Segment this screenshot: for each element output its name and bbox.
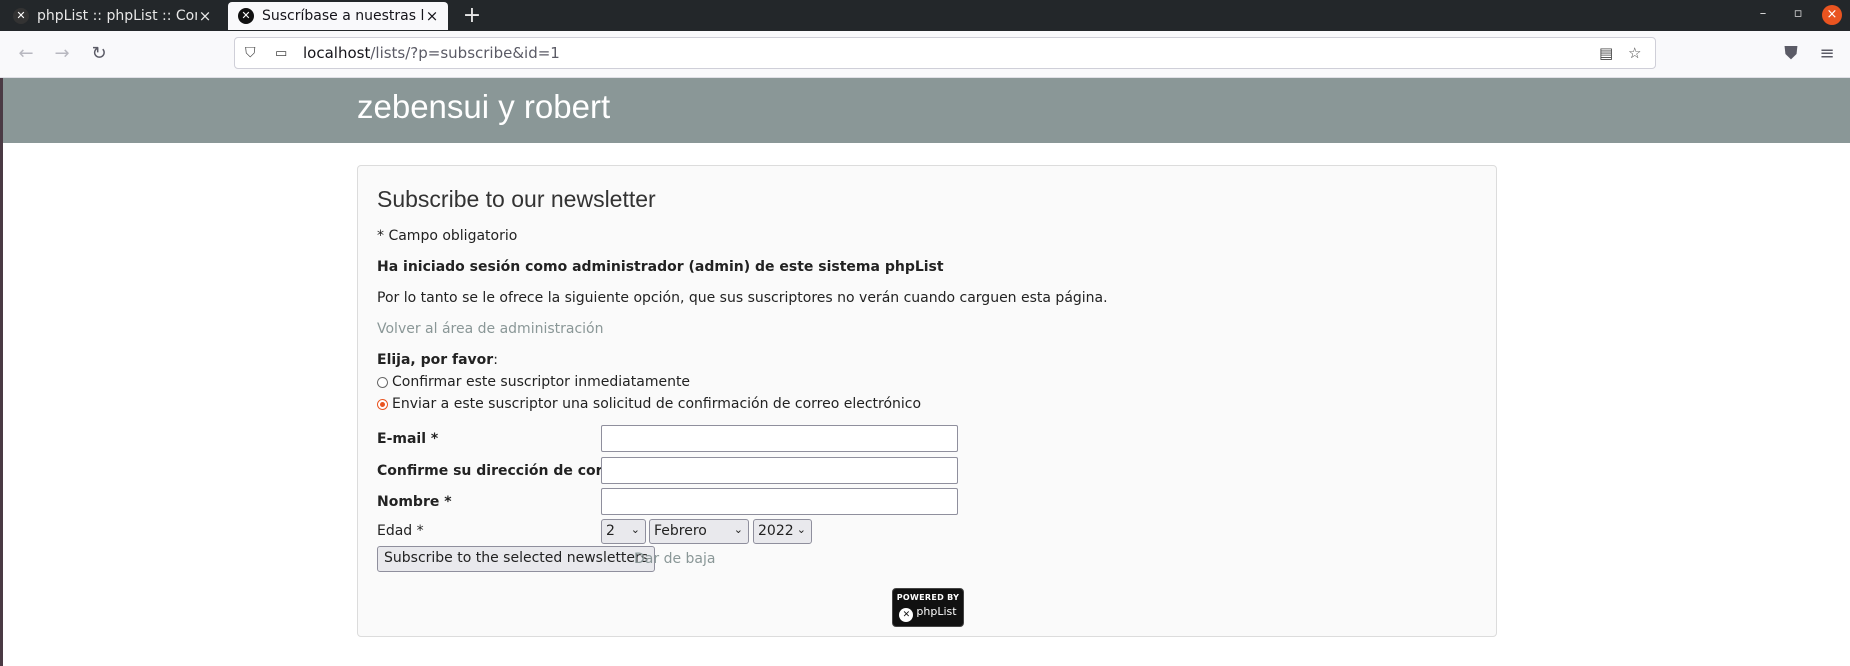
phplist-logo-icon: ✕	[899, 608, 914, 622]
email-label: E-mail *	[377, 431, 439, 447]
window-left-edge	[0, 78, 3, 666]
subscribe-panel: Subscribe to our newsletter * Campo obli…	[357, 165, 1497, 637]
radio-send-confirmation[interactable]	[377, 399, 388, 410]
tab-close-icon[interactable]: ×	[424, 7, 440, 25]
choose-label-text: Elija, por favor	[377, 352, 494, 368]
close-window-icon[interactable]: ×	[1822, 5, 1842, 25]
minimize-icon[interactable]: –	[1753, 6, 1773, 21]
tab-phplist-config[interactable]: ✕ phpList :: phpList :: Confi ×	[3, 2, 221, 30]
site-title: zebensui y robert	[357, 88, 611, 125]
back-arrow-icon[interactable]: ←	[13, 41, 39, 67]
age-month-select[interactable]: Febrero ⌄	[649, 519, 749, 544]
powered-brand-text: phpList	[916, 605, 957, 618]
chevron-down-icon: ⌄	[630, 523, 640, 536]
radio-confirm-immediately[interactable]	[377, 377, 388, 388]
choose-label: Elija, por favor:	[377, 352, 498, 368]
menu-hamburger-icon[interactable]: ≡	[1814, 41, 1840, 67]
unsubscribe-link[interactable]: Dar de baja	[634, 551, 715, 567]
age-month-value: Febrero	[654, 523, 707, 539]
option-send-confirmation[interactable]: Enviar a este suscriptor una solicitud d…	[377, 396, 921, 412]
choose-label-colon: :	[493, 352, 498, 368]
powered-by-text: POWERED BY	[896, 593, 960, 602]
phplist-favicon-icon: ✕	[238, 8, 254, 24]
page-info-icon[interactable]: ▭	[275, 46, 291, 61]
url-host: localhost	[303, 44, 371, 62]
reload-icon[interactable]: ↻	[86, 41, 112, 67]
site-header: zebensui y robert	[3, 78, 1850, 143]
browser-tab-strip: ✕ phpList :: phpList :: Confi × ✕ Suscrí…	[0, 0, 1850, 31]
subscribe-button[interactable]: Subscribe to the selected newsletters	[377, 546, 656, 572]
name-label: Nombre *	[377, 494, 452, 510]
address-bar[interactable]: ⛉ ▭ localhost/lists/?p=subscribe&id=1 ▤ …	[234, 37, 1656, 69]
option-label: Enviar a este suscriptor una solicitud d…	[392, 396, 922, 412]
navigation-toolbar: ← → ↻ ⛉ ▭ localhost/lists/?p=subscribe&i…	[0, 31, 1850, 78]
email-field[interactable]	[601, 425, 958, 452]
tab-close-icon[interactable]: ×	[197, 7, 213, 25]
restore-icon[interactable]: ▫	[1788, 6, 1808, 21]
confirm-email-field[interactable]	[601, 457, 958, 484]
tab-title: phpList :: phpList :: Confi	[37, 8, 197, 24]
admin-info: Por lo tanto se le ofrece la siguiente o…	[377, 290, 1108, 306]
new-tab-button[interactable]: +	[458, 3, 486, 29]
chevron-down-icon: ⌄	[796, 523, 806, 536]
pocket-icon[interactable]: ⛊	[1778, 41, 1804, 67]
chevron-down-icon: ⌄	[733, 523, 743, 536]
page-heading: Subscribe to our newsletter	[377, 186, 656, 212]
admin-notice: Ha iniciado sesión como administrador (a…	[377, 259, 944, 275]
tab-subscribe[interactable]: ✕ Suscríbase a nuestras listas ×	[228, 2, 448, 30]
url-path: /lists/?p=subscribe&id=1	[370, 44, 560, 62]
tab-title: Suscríbase a nuestras listas	[262, 8, 424, 24]
option-confirm-immediately[interactable]: Confirmar este suscriptor inmediatamente	[377, 374, 690, 390]
option-label: Confirmar este suscriptor inmediatamente	[392, 374, 691, 390]
back-to-admin-link[interactable]: Volver al área de administración	[377, 321, 604, 337]
url-text[interactable]: localhost/lists/?p=subscribe&id=1	[303, 44, 560, 62]
age-day-value: 2	[606, 523, 615, 539]
reader-view-icon[interactable]: ▤	[1599, 44, 1613, 62]
tracking-shield-icon[interactable]: ⛉	[245, 45, 261, 61]
age-year-select[interactable]: 2022 ⌄	[753, 519, 812, 544]
bookmark-star-icon[interactable]: ☆	[1628, 44, 1641, 62]
phplist-favicon-icon: ✕	[13, 8, 29, 24]
name-field[interactable]	[601, 488, 958, 515]
required-note: * Campo obligatorio	[377, 228, 518, 244]
age-year-value: 2022	[758, 523, 794, 539]
powered-brand: ✕ phpList	[893, 605, 963, 622]
forward-arrow-icon[interactable]: →	[49, 41, 75, 67]
powered-by-phplist-badge[interactable]: POWERED BY ✕ phpList	[892, 588, 964, 627]
page-content: zebensui y robert Subscribe to our newsl…	[0, 78, 1850, 666]
age-label: Edad *	[377, 523, 424, 539]
age-day-select[interactable]: 2 ⌄	[601, 519, 646, 544]
